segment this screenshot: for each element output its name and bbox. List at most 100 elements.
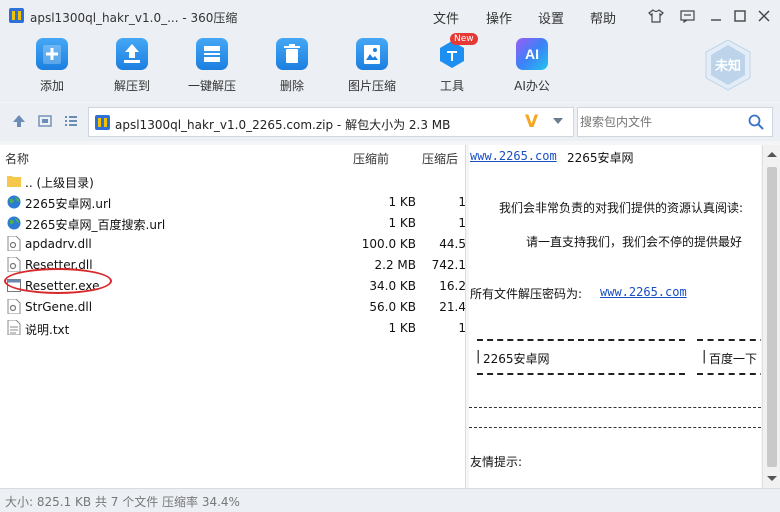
file-name: .. (上级目录): [25, 176, 94, 190]
shield-label: 未知: [714, 59, 741, 74]
ai-office-label: AI办公: [514, 79, 550, 93]
preview-line-support: 请一直支持我们，我们会不停的提供最好: [526, 235, 743, 249]
delete-button[interactable]: 删除: [252, 38, 332, 98]
tools-button[interactable]: New 工具: [412, 33, 492, 98]
new-badge: New: [450, 33, 478, 45]
archive-path: apsl1300ql_hakr_v1.0_2265.com.zip - 解包大小…: [115, 118, 451, 132]
dll-file-icon: [7, 299, 21, 314]
size-after: 742.1: [431, 258, 466, 272]
extract-to-button[interactable]: 解压到: [92, 38, 172, 98]
delete-icon: [276, 38, 308, 70]
preview-site-name: 2265安卓网: [567, 151, 634, 165]
status-bar: 大小: 825.1 KB 共 7 个文件 压缩率 34.4%: [0, 488, 780, 512]
file-name: apdadrv.dll: [25, 237, 92, 251]
preview-tip: 友情提示:: [470, 455, 523, 469]
add-button[interactable]: 添加: [12, 38, 92, 98]
size-before: 1 KB: [388, 195, 416, 209]
security-shield[interactable]: 未知: [702, 38, 754, 92]
preview-box-site-label: 2265安卓网: [483, 352, 550, 366]
size-before: 56.0 KB: [369, 300, 416, 314]
search-icon[interactable]: [748, 114, 764, 130]
ai-office-icon: AI: [516, 38, 548, 70]
toolbar: 添加 解压到 一键解压 删除 图片压缩 New 工具 AI AI办公 未知: [0, 32, 780, 102]
scroll-up-icon[interactable]: [767, 152, 777, 157]
ai-icon-text: AI: [525, 46, 539, 62]
address-bar: apsl1300ql_hakr_v1.0_2265.com.zip - 解包大小…: [0, 103, 780, 141]
one-click-extract-button[interactable]: 一键解压: [172, 38, 252, 98]
skin-icon[interactable]: [646, 6, 666, 26]
column-before[interactable]: 压缩前: [353, 150, 389, 167]
list-item[interactable]: 说明.txt 1 KB 1: [0, 317, 466, 338]
globe-icon: [7, 216, 21, 230]
add-icon: [36, 38, 68, 70]
preview-box-baidu-bar: |: [702, 349, 707, 364]
v-logo-icon[interactable]: V: [525, 112, 538, 132]
delete-label: 删除: [279, 79, 304, 93]
list-item-parent[interactable]: .. (上级目录): [0, 170, 465, 191]
menu-file[interactable]: 文件: [433, 8, 459, 27]
preview-box-bar: |: [476, 349, 481, 364]
preview-line-notice: 我们会非常负责的对我们提供的资源认真阅读:: [499, 201, 744, 215]
close-icon[interactable]: [754, 6, 774, 26]
image-compress-button[interactable]: 图片压缩: [332, 38, 412, 98]
list-item[interactable]: 2265安卓网_百度搜索.url 1 KB 1: [0, 212, 465, 233]
tools-label: 工具: [439, 79, 464, 93]
view-mode-icon[interactable]: [37, 114, 53, 130]
window-title: apsl1300ql_hakr_v1.0_... - 360压缩: [30, 11, 238, 25]
size-after: 21.4: [439, 300, 466, 314]
list-item[interactable]: apdadrv.dll 100.0 KB 44.5: [0, 233, 466, 254]
scroll-thumb[interactable]: [767, 167, 777, 467]
image-compress-icon: [356, 38, 388, 70]
preview-scrollbar[interactable]: [762, 145, 780, 488]
column-name[interactable]: 名称: [5, 150, 29, 167]
preview-box-baidu-label: 百度一下: [709, 352, 758, 366]
list-item[interactable]: StrGene.dll 56.0 KB 21.4: [0, 296, 466, 317]
image-compress-label: 图片压缩: [347, 79, 396, 93]
column-after[interactable]: 压缩后: [422, 150, 458, 167]
ai-office-button[interactable]: AI AI办公: [492, 38, 572, 98]
path-dropdown-icon[interactable]: [553, 118, 563, 124]
feedback-icon[interactable]: [677, 6, 697, 26]
menu-help[interactable]: 帮助: [590, 8, 616, 27]
red-annotation-circle: [4, 268, 112, 294]
preview-password-label: 所有文件解压密码为:: [470, 287, 583, 301]
file-name: 2265安卓网.url: [25, 197, 112, 211]
list-view-icon[interactable]: [63, 114, 79, 130]
folder-icon: [7, 176, 21, 187]
size-after: 44.5: [439, 237, 466, 251]
file-name: 说明.txt: [25, 323, 70, 337]
one-click-extract-label: 一键解压: [187, 79, 236, 93]
size-before: 1 KB: [388, 321, 416, 335]
dll-file-icon: [7, 257, 21, 272]
size-before: 2.2 MB: [374, 258, 416, 272]
status-text: 大小: 825.1 KB 共 7 个文件 压缩率 34.4%: [5, 495, 240, 509]
zip-file-icon: [95, 115, 110, 130]
search-input[interactable]: [580, 111, 740, 133]
menu-operate[interactable]: 操作: [486, 8, 512, 27]
size-before: 1 KB: [388, 216, 416, 230]
up-arrow-icon[interactable]: [11, 114, 27, 130]
size-before: 100.0 KB: [361, 237, 416, 251]
scroll-down-icon[interactable]: [767, 476, 777, 481]
app-logo-icon: [9, 8, 24, 23]
minimize-icon[interactable]: [706, 6, 726, 26]
search-box[interactable]: [577, 107, 773, 137]
maximize-icon[interactable]: [730, 6, 750, 26]
preview-divider-2: [469, 427, 761, 428]
path-field[interactable]: apsl1300ql_hakr_v1.0_2265.com.zip - 解包大小…: [88, 107, 574, 137]
preview-password-link[interactable]: www.2265.com: [600, 285, 687, 299]
globe-icon: [7, 195, 21, 209]
menu-settings[interactable]: 设置: [538, 8, 564, 27]
file-name: StrGene.dll: [25, 300, 93, 314]
tools-icon: New: [436, 33, 478, 70]
size-before: 34.0 KB: [369, 279, 416, 293]
list-item[interactable]: 2265安卓网.url 1 KB 1: [0, 191, 465, 212]
size-after: 16.2: [439, 279, 466, 293]
txt-file-icon: [7, 320, 21, 335]
extract-to-icon: [116, 38, 148, 70]
add-label: 添加: [39, 79, 64, 93]
size-after: 1: [458, 321, 466, 335]
preview-link-top[interactable]: www.2265.com: [470, 149, 557, 163]
file-list: 名称 压缩前 压缩后 .. (上级目录) 2265安卓网.url 1 KB 1 …: [0, 145, 466, 488]
title-bar: apsl1300ql_hakr_v1.0_... - 360压缩 文件 操作 设…: [0, 0, 780, 32]
